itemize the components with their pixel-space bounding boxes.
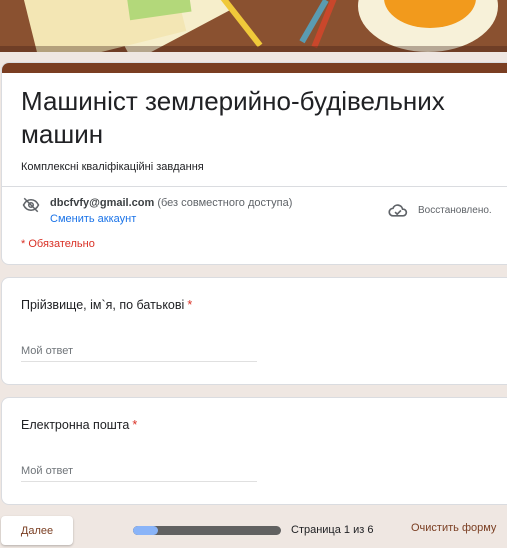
question-card-email: Електронна пошта *: [1, 397, 507, 505]
account-email-line: dbcfvfy@gmail.com (без совместного досту…: [50, 197, 292, 209]
sharing-status: (без совместного доступа): [157, 197, 293, 209]
form-header-card: Машиніст землерийно-будівельних машин Ко…: [1, 62, 507, 265]
next-button[interactable]: Далее: [1, 516, 73, 545]
required-star: *: [187, 298, 193, 312]
question-text: Електронна пошта: [21, 418, 130, 432]
save-status: Восстановлено.: [418, 205, 492, 216]
form-description: Комплексні кваліфікаційні завдання: [21, 161, 204, 173]
clear-form-button[interactable]: Очистить форму: [411, 522, 496, 534]
required-note: * Обязательно: [21, 238, 95, 250]
header-accent-bar: [2, 63, 507, 73]
question-text: Прійзвище, ім`я, по батькові: [21, 298, 185, 312]
eye-off-icon: [22, 197, 40, 213]
account-email: dbcfvfy@gmail.com: [50, 197, 155, 209]
full-name-input[interactable]: [21, 340, 257, 362]
question-label: Прійзвище, ім`я, по батькові *: [21, 298, 192, 312]
question-card-full-name: Прійзвище, ім`я, по батькові *: [1, 277, 507, 385]
switch-account-link[interactable]: Сменить аккаунт: [50, 213, 136, 225]
header-banner-image: [0, 0, 507, 52]
progress-bar-fill: [133, 526, 159, 535]
cloud-done-icon: [388, 204, 408, 217]
required-star: *: [132, 418, 138, 432]
progress-bar: [133, 526, 281, 535]
divider: [2, 186, 507, 187]
page-indicator: Страница 1 из 6: [291, 524, 374, 536]
question-label: Електронна пошта *: [21, 418, 137, 432]
form-title: Машиніст землерийно-будівельних машин: [21, 86, 445, 149]
email-input[interactable]: [21, 460, 257, 482]
